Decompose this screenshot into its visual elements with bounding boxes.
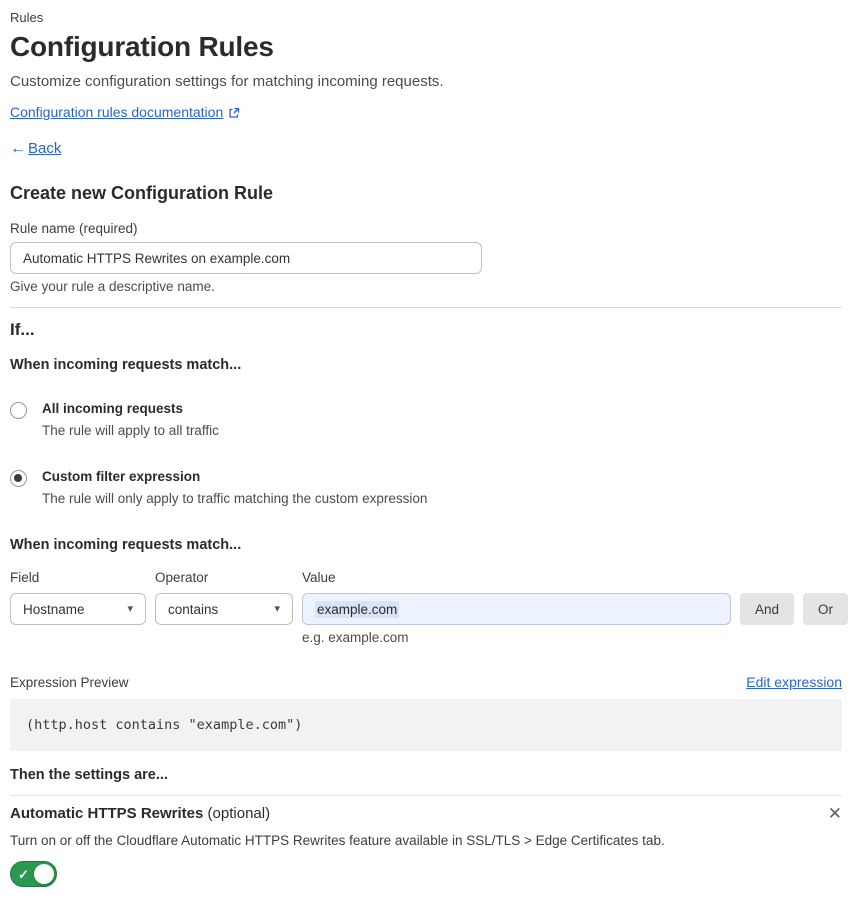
configuration-rules-page: Rules Configuration Rules Customize conf… — [0, 0, 852, 906]
documentation-link[interactable]: Configuration rules documentation — [10, 104, 223, 121]
external-link-icon — [228, 107, 240, 119]
chevron-down-icon: ▾ — [274, 602, 280, 615]
radio-option-custom-filter[interactable]: Custom filter expression The rule will o… — [10, 469, 842, 507]
radio-label: All incoming requests — [42, 401, 184, 416]
radio-unselected-icon[interactable] — [10, 402, 27, 419]
match-heading: When incoming requests match... — [10, 357, 242, 373]
filter-match-heading: When incoming requests match... — [10, 537, 242, 553]
field-select-value: Hostname — [23, 601, 85, 617]
edit-expression-link[interactable]: Edit expression — [746, 674, 842, 690]
or-button[interactable]: Or — [803, 593, 849, 625]
setting-title-name: Automatic HTTPS Rewrites — [10, 805, 204, 822]
rule-name-help: Give your rule a descriptive name. — [10, 279, 215, 294]
value-input[interactable]: example.com — [302, 593, 731, 625]
create-rule-heading: Create new Configuration Rule — [10, 183, 274, 203]
automatic-https-rewrites-toggle[interactable]: ✓ — [10, 861, 57, 887]
radio-option-all-requests[interactable]: All incoming requests The rule will appl… — [10, 401, 842, 439]
back-arrow-icon: ← — [10, 140, 26, 157]
page-subtitle: Customize configuration settings for mat… — [10, 73, 444, 90]
expression-code-block: (http.host contains "example.com") — [10, 699, 842, 751]
section-divider — [10, 307, 842, 308]
field-label: Field — [10, 570, 40, 585]
expression-preview-label: Expression Preview — [10, 674, 129, 690]
close-icon[interactable]: ✕ — [828, 805, 842, 823]
value-label: Value — [302, 570, 336, 585]
expression-preview-row: Expression Preview Edit expression — [10, 674, 842, 690]
then-settings-heading: Then the settings are... — [10, 767, 168, 783]
toggle-knob — [34, 864, 54, 884]
chevron-down-icon: ▾ — [127, 602, 133, 615]
check-icon: ✓ — [18, 867, 29, 882]
value-help-text: e.g. example.com — [302, 630, 409, 645]
if-heading: If... — [10, 320, 35, 339]
radio-description: The rule will apply to all traffic — [42, 423, 219, 438]
and-button[interactable]: And — [740, 593, 795, 625]
back-link[interactable]: Back — [28, 140, 61, 158]
operator-select[interactable]: contains ▾ — [155, 593, 293, 625]
setting-card-automatic-https-rewrites: Automatic HTTPS Rewrites (optional) ✕ Tu… — [10, 795, 842, 887]
page-title: Configuration Rules — [10, 31, 274, 62]
radio-selected-icon[interactable] — [10, 470, 27, 487]
operator-select-value: contains — [168, 601, 219, 617]
setting-description: Turn on or off the Cloudflare Automatic … — [10, 833, 665, 848]
operator-label: Operator — [155, 570, 209, 585]
radio-description: The rule will only apply to traffic matc… — [42, 491, 428, 506]
setting-title: Automatic HTTPS Rewrites (optional) — [10, 805, 270, 823]
field-select[interactable]: Hostname ▾ — [10, 593, 146, 625]
rule-name-input[interactable] — [10, 242, 482, 274]
setting-title-optional: (optional) — [203, 805, 271, 822]
rule-name-label: Rule name (required) — [10, 221, 138, 236]
value-input-text: example.com — [315, 600, 400, 618]
radio-label: Custom filter expression — [42, 469, 201, 484]
filter-builder-row: Field Hostname ▾ Operator contains ▾ Val… — [10, 570, 849, 646]
breadcrumb: Rules — [10, 10, 44, 25]
